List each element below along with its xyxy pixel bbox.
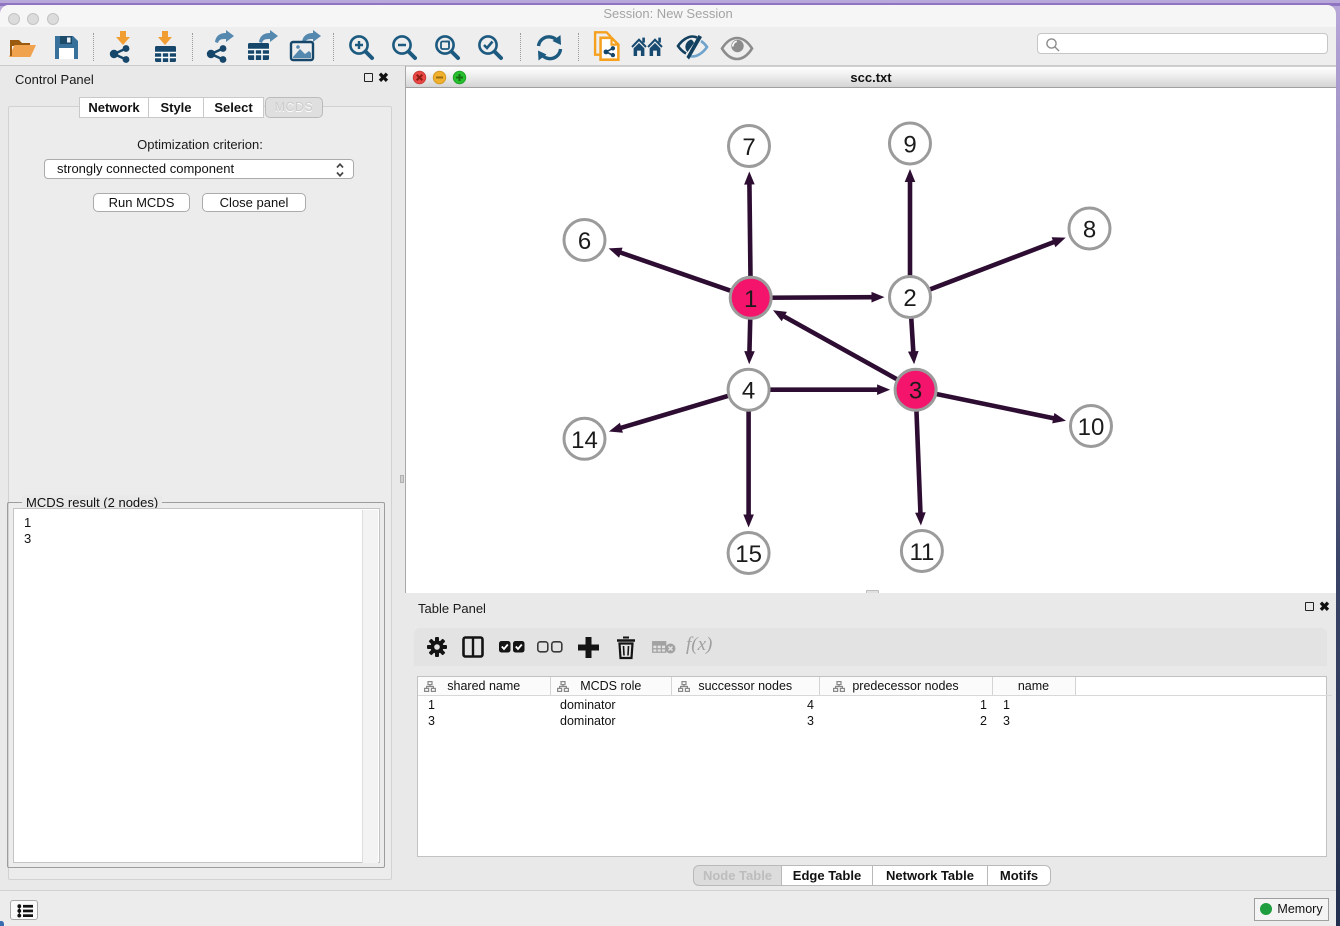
svg-text:8: 8 [1083,217,1096,244]
svg-text:6: 6 [578,228,591,255]
svg-text:3: 3 [909,378,922,405]
svg-text:11: 11 [909,539,934,566]
svg-text:2: 2 [903,285,916,312]
svg-text:10: 10 [1078,414,1105,441]
svg-text:7: 7 [742,134,755,161]
svg-text:4: 4 [742,378,755,405]
svg-text:1: 1 [744,286,757,313]
svg-text:15: 15 [735,541,762,568]
svg-text:14: 14 [571,427,598,454]
svg-text:9: 9 [903,132,916,159]
